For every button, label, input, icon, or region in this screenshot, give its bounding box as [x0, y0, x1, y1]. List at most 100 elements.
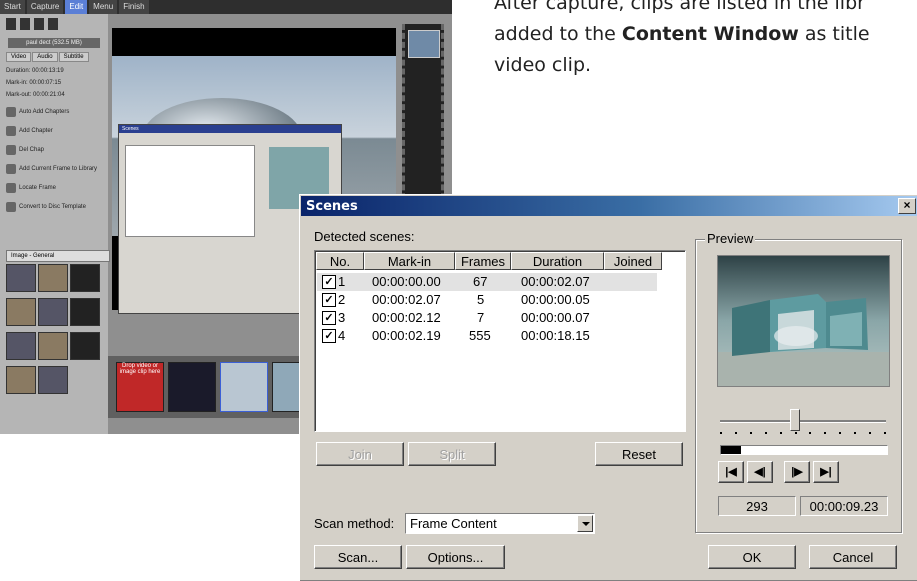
convert-template-button[interactable]: Convert to Disc Template — [6, 202, 102, 212]
column-header-frames[interactable]: Frames — [455, 252, 511, 270]
tool-icon[interactable] — [6, 18, 16, 30]
action-label: Convert to Disc Template — [19, 204, 86, 210]
cell-mark-in: 00:00:00.00 — [372, 274, 441, 289]
library-thumb[interactable] — [70, 264, 100, 292]
caption-bold-term: Content Window — [621, 23, 799, 45]
cancel-button[interactable]: Cancel — [809, 545, 897, 569]
table-row[interactable]: ✓ 1 00:00:00.00 67 00:00:02.07 — [317, 273, 657, 291]
library-dropdown[interactable]: Image - General — [6, 250, 110, 262]
library-thumb[interactable] — [38, 298, 68, 326]
cell-no: 3 — [338, 310, 346, 325]
action-label: Add Chapter — [19, 128, 53, 134]
close-icon: × — [903, 198, 911, 212]
row-checkbox[interactable]: ✓ — [322, 275, 336, 289]
tool-icon[interactable] — [20, 18, 30, 30]
join-button[interactable]: Join — [316, 442, 404, 466]
del-chapter-button[interactable]: Del Chap — [6, 145, 102, 155]
info-mark-in: Mark-in: 00:00:07:15 — [6, 80, 62, 86]
library-icon — [6, 164, 16, 174]
last-frame-button[interactable]: ▶| — [813, 461, 839, 483]
frame-number-field: 293 — [718, 496, 796, 516]
dialog-titlebar: Scenes × — [301, 196, 917, 216]
next-frame-button[interactable]: |▶ — [784, 461, 810, 483]
cell-frames: 7 — [477, 310, 485, 325]
tab-audio[interactable]: Audio — [32, 52, 58, 62]
chapter-icon — [6, 107, 16, 117]
library-thumb[interactable] — [38, 332, 68, 360]
library-thumb[interactable] — [6, 298, 36, 326]
menu-edit[interactable]: Edit — [65, 0, 88, 14]
library-thumb[interactable] — [6, 366, 36, 394]
reset-button[interactable]: Reset — [595, 442, 683, 466]
timeline-clip[interactable] — [220, 362, 268, 412]
timecode-field: 00:00:09.23 — [800, 496, 888, 516]
add-chapter-button[interactable]: Add Chapter — [6, 126, 102, 136]
add-frame-library-button[interactable]: Add Current Frame to Library — [6, 164, 102, 174]
project-title: paul dect (532.5 MB) — [8, 38, 100, 48]
action-label: Auto Add Chapters — [19, 109, 70, 115]
ok-button[interactable]: OK — [708, 545, 796, 569]
detected-scenes-label: Detected scenes: — [314, 229, 415, 244]
caption-line-2: added to the Content Window as title — [494, 19, 917, 50]
cell-frames: 67 — [473, 274, 488, 289]
small-dialog-titlebar: Scenes — [119, 125, 341, 133]
cell-no: 1 — [338, 274, 346, 289]
scan-method-select[interactable]: Frame Content — [405, 513, 595, 534]
cell-mark-in: 00:00:02.12 — [372, 310, 441, 325]
options-button[interactable]: Options... — [406, 545, 505, 569]
column-header-duration[interactable]: Duration — [511, 252, 604, 270]
chapter-icon — [6, 145, 16, 155]
cell-frames: 5 — [477, 292, 485, 307]
tool-icon[interactable] — [34, 18, 44, 30]
table-row[interactable]: ✓ 4 00:00:02.19 555 00:00:18.15 — [317, 327, 657, 345]
chapter-icon — [6, 126, 16, 136]
drop-clip-placeholder[interactable]: Drop video or image clip here — [116, 362, 164, 412]
template-icon — [6, 202, 16, 212]
action-label: Locate Frame — [19, 185, 57, 191]
timeline-clip[interactable] — [168, 362, 216, 412]
chevron-down-icon[interactable] — [577, 515, 593, 532]
row-checkbox[interactable]: ✓ — [322, 329, 336, 343]
first-frame-button[interactable]: |◀ — [718, 461, 744, 483]
library-thumb[interactable] — [6, 264, 36, 292]
scenes-dialog: Scenes × Detected scenes: No. Mark-in Fr… — [299, 194, 917, 581]
info-duration: Duration: 00:00:13:19 — [6, 68, 64, 74]
library-thumb[interactable] — [70, 332, 100, 360]
prev-frame-button[interactable]: ◀| — [747, 461, 773, 483]
menu-capture[interactable]: Capture — [26, 0, 64, 14]
library-thumb[interactable] — [38, 366, 68, 394]
menu-start[interactable]: Start — [0, 0, 25, 14]
library-thumb[interactable] — [38, 264, 68, 292]
progress-fill — [721, 446, 741, 454]
scan-button[interactable]: Scan... — [314, 545, 402, 569]
tab-subtitle[interactable]: Subtitle — [58, 52, 89, 62]
row-checkbox[interactable]: ✓ — [322, 311, 336, 325]
locate-frame-button[interactable]: Locate Frame — [6, 183, 102, 193]
row-checkbox[interactable]: ✓ — [322, 293, 336, 307]
menu-finish[interactable]: Finish — [119, 0, 149, 14]
table-row[interactable]: ✓ 3 00:00:02.12 7 00:00:00.07 — [317, 309, 657, 327]
dialog-title: Scenes — [306, 199, 358, 214]
tab-video[interactable]: Video — [6, 52, 32, 62]
menu-menu[interactable]: Menu — [89, 0, 118, 14]
action-label: Del Chap — [19, 147, 45, 153]
column-header-joined[interactable]: Joined — [604, 252, 662, 270]
table-row[interactable]: ✓ 2 00:00:02.07 5 00:00:00.05 — [317, 291, 657, 309]
close-button[interactable]: × — [898, 198, 916, 214]
split-button[interactable]: Split — [408, 442, 496, 466]
cell-no: 2 — [338, 292, 346, 307]
library-thumb[interactable] — [70, 298, 100, 326]
position-slider-thumb[interactable] — [789, 409, 800, 431]
tool-icon[interactable] — [48, 18, 58, 30]
position-slider-track[interactable] — [720, 420, 886, 423]
library-thumbnails — [6, 264, 100, 394]
filmstrip-frame[interactable] — [408, 30, 440, 58]
column-header-mark-in[interactable]: Mark-in — [364, 252, 455, 270]
prev-frame-icon: ◀| — [754, 466, 766, 478]
column-header-no[interactable]: No. — [316, 252, 364, 270]
auto-add-chapters-button[interactable]: Auto Add Chapters — [6, 107, 102, 117]
scene-list[interactable]: No. Mark-in Frames Duration Joined ✓ 1 0… — [314, 250, 686, 432]
action-label: Add Current Frame to Library — [19, 166, 98, 172]
info-mark-out: Mark-out: 00:00:21:04 — [6, 92, 65, 98]
library-thumb[interactable] — [6, 332, 36, 360]
